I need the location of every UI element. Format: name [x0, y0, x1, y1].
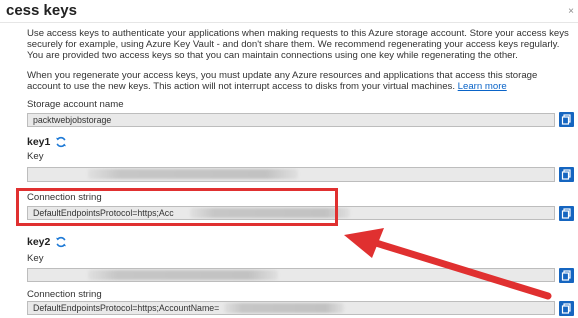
annotation-arrow — [344, 228, 552, 300]
